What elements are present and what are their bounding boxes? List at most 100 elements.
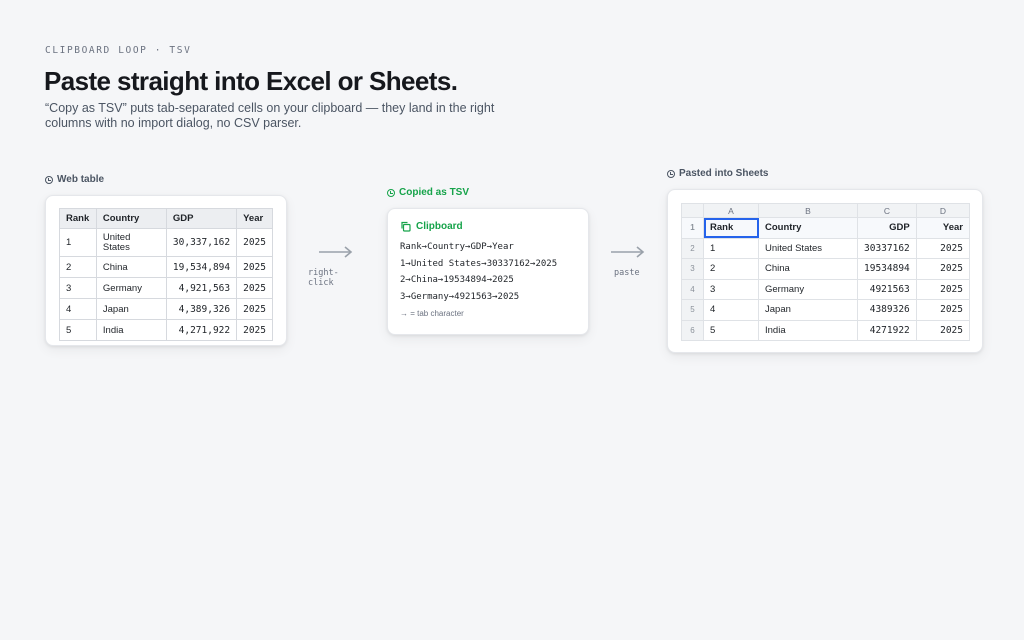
sheet-row: 2 1 United States 30337162 2025	[681, 237, 971, 259]
sheet-cell[interactable]: Japan	[758, 299, 858, 321]
pasted-into-sheets-label: Pasted into Sheets	[667, 168, 768, 179]
clipboard-line: Rank→Country→GDP→Year	[400, 242, 514, 252]
clipboard-card: Clipboard Rank→Country→GDP→Year 1→United…	[387, 208, 589, 335]
web-table-card: Rank Country GDP Year 1 United States 30…	[45, 195, 287, 346]
table-cell: 1	[59, 228, 97, 257]
table-cell: Germany	[95, 277, 167, 299]
clipboard-header: Clipboard	[400, 221, 576, 232]
col-header-d[interactable]: D	[915, 203, 971, 218]
web-col-gdp[interactable]: GDP	[165, 208, 238, 229]
sheet-cell[interactable]: 4389326	[857, 299, 917, 321]
page-title: Paste straight into Excel or Sheets.	[44, 66, 458, 96]
row-number[interactable]: 2	[681, 237, 704, 259]
sheet-row: 3 2 China 19534894 2025	[681, 258, 971, 280]
arrow-label-paste: paste	[614, 268, 640, 278]
sheet-cell[interactable]: 5	[703, 319, 759, 341]
row-number[interactable]: 5	[681, 299, 704, 321]
page: CLIPBOARD LOOP · TSV Paste straight into…	[0, 0, 1024, 640]
table-cell: 4,921,563	[165, 277, 238, 299]
check-circle-icon	[387, 188, 395, 197]
col-header-b[interactable]: B	[758, 203, 858, 218]
table-cell: 2025	[236, 277, 273, 299]
sheet-row: 4 3 Germany 4921563 2025	[681, 278, 971, 300]
col-header-a[interactable]: A	[703, 203, 759, 218]
arrow-label-right-click: right- click	[308, 268, 339, 288]
copied-as-tsv-label: Copied as TSV	[387, 187, 469, 198]
table-cell: 4,271,922	[165, 319, 238, 341]
table-row: 5 India 4,271,922 2025	[59, 319, 273, 341]
table-row: 3 Germany 4,921,563 2025	[59, 277, 273, 299]
corner-cell[interactable]	[681, 203, 704, 218]
sheets-grid: A B C D 1 Rank Country GDP Year 2 1 Unit…	[681, 203, 971, 341]
sheet-cell[interactable]: China	[758, 258, 858, 280]
row-number[interactable]: 6	[681, 319, 704, 341]
clipboard-line: 1→United States→30337162→2025	[400, 258, 558, 269]
sheet-cell[interactable]: 1	[703, 237, 759, 259]
sheet-cell[interactable]: India	[758, 319, 858, 341]
table-row: 1 United States 30,337,162 2025	[59, 228, 273, 257]
clock-icon	[667, 169, 675, 178]
page-subtitle: “Copy as TSV” puts tab-separated cells o…	[45, 101, 495, 130]
sheets-card: A B C D 1 Rank Country GDP Year 2 1 Unit…	[667, 189, 983, 353]
sheet-cell[interactable]: 2025	[915, 319, 971, 341]
sheet-cell[interactable]: 4271922	[857, 319, 917, 341]
selected-cell[interactable]: Rank	[703, 217, 759, 239]
sheet-row: 5 4 Japan 4389326 2025	[681, 299, 971, 321]
table-cell: 19,534,894	[165, 256, 238, 278]
clipboard-title: Clipboard	[416, 221, 463, 232]
web-table-label: Web table	[45, 174, 104, 185]
web-col-rank[interactable]: Rank	[59, 208, 97, 229]
col-header-c[interactable]: C	[857, 203, 917, 218]
sheet-cell[interactable]: GDP	[857, 217, 917, 239]
table-cell: India	[95, 319, 167, 341]
table-cell: 3	[59, 277, 97, 299]
table-cell: 5	[59, 319, 97, 341]
copy-icon	[401, 221, 411, 232]
sheet-row: 6 5 India 4271922 2025	[681, 319, 971, 341]
sheet-cell[interactable]: 2025	[915, 237, 971, 259]
row-number[interactable]: 4	[681, 278, 704, 300]
sheet-cell[interactable]: 4	[703, 299, 759, 321]
table-row: 4 Japan 4,389,326 2025	[59, 298, 273, 320]
sheet-cell[interactable]: 2025	[915, 278, 971, 300]
table-cell: 4	[59, 298, 97, 320]
table-cell: 2025	[236, 319, 273, 341]
arrow-right-icon	[611, 246, 645, 258]
table-cell: Japan	[95, 298, 167, 320]
eyebrow: CLIPBOARD LOOP · TSV	[45, 45, 192, 56]
column-header-row: A B C D	[681, 203, 971, 218]
clipboard-note: → = tab character	[400, 309, 464, 318]
table-row: 2 China 19,534,894 2025	[59, 256, 273, 278]
row-number[interactable]: 3	[681, 258, 704, 280]
arrow-right-icon	[319, 246, 353, 258]
web-col-year[interactable]: Year	[236, 208, 273, 229]
sheet-cell[interactable]: 4921563	[857, 278, 917, 300]
table-cell: United States	[95, 228, 167, 257]
clipboard-content: Rank→Country→GDP→Year 1→United States→30…	[400, 239, 576, 305]
table-cell: 2	[59, 256, 97, 278]
web-col-country[interactable]: Country	[95, 208, 167, 229]
web-table-header-row: Rank Country GDP Year	[59, 208, 273, 229]
table-cell: 2025	[236, 298, 273, 320]
table-cell: 4,389,326	[165, 298, 238, 320]
table-cell: 2025	[236, 228, 273, 257]
sheet-cell[interactable]: United States	[758, 237, 858, 259]
sheet-cell[interactable]: 3	[703, 278, 759, 300]
sheet-cell[interactable]: Germany	[758, 278, 858, 300]
sheet-cell[interactable]: 2025	[915, 299, 971, 321]
sheet-cell[interactable]: Country	[758, 217, 858, 239]
sheet-cell[interactable]: 2025	[915, 258, 971, 280]
sheet-cell[interactable]: 2	[703, 258, 759, 280]
sheet-row: 1 Rank Country GDP Year	[681, 217, 971, 239]
web-table: Rank Country GDP Year 1 United States 30…	[59, 208, 273, 341]
clipboard-line: 3→Germany→4921563→2025	[400, 291, 520, 302]
sheet-cell[interactable]: 19534894	[857, 258, 917, 280]
sheet-cell[interactable]: Year	[915, 217, 971, 239]
clock-icon	[45, 175, 53, 184]
table-cell: China	[95, 256, 167, 278]
clipboard-line: 2→China→19534894→2025	[400, 275, 514, 285]
table-cell: 30,337,162	[165, 228, 238, 257]
table-cell: 2025	[236, 256, 273, 278]
sheet-cell[interactable]: 30337162	[857, 237, 917, 259]
row-number[interactable]: 1	[681, 217, 704, 239]
